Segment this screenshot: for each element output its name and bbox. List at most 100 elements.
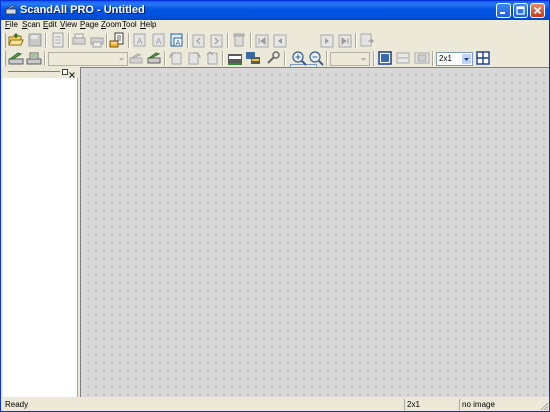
toolbar-separator	[326, 51, 328, 66]
scan-button[interactable]	[109, 32, 125, 48]
single-page-view-button[interactable]	[377, 50, 393, 66]
print-button[interactable]	[89, 32, 105, 48]
zoom-in-button[interactable]	[291, 50, 307, 66]
batch-scan-button[interactable]	[227, 50, 243, 66]
ocr-text-icon: A	[133, 33, 146, 47]
chevron-down-icon	[119, 58, 124, 61]
scan-profile-select[interactable]	[48, 52, 128, 66]
next-document-button[interactable]	[209, 32, 225, 48]
image-viewer[interactable]	[80, 67, 549, 397]
first-page-icon	[255, 34, 269, 48]
close-button[interactable]	[530, 3, 545, 18]
first-page-button[interactable]	[254, 33, 270, 49]
toolbar-separator	[164, 51, 166, 66]
svg-text:A: A	[156, 37, 162, 46]
batch-scan-icon	[228, 54, 242, 65]
print-preview-icon	[72, 33, 86, 45]
menu-file[interactable]: File	[5, 19, 18, 31]
menu-page[interactable]: Page	[80, 19, 99, 31]
grid-icon	[476, 51, 490, 65]
toolbar-separator	[45, 33, 47, 48]
scan-to-document-icon	[109, 32, 124, 48]
properties-button[interactable]	[50, 32, 66, 48]
scan-start-button[interactable]	[26, 50, 42, 66]
rotate-left-button[interactable]	[168, 50, 184, 66]
thumbnail-panel[interactable]	[3, 67, 78, 397]
menu-view[interactable]: View	[60, 19, 77, 31]
save-disk-icon	[28, 33, 42, 47]
rotate-left-icon	[169, 52, 182, 65]
previous-document-icon	[192, 34, 205, 48]
toolbar-separator	[44, 51, 46, 66]
last-page-button[interactable]	[337, 33, 353, 49]
panel-restore-button[interactable]	[62, 69, 68, 75]
page-view-icon	[378, 51, 392, 65]
ocr-active-icon: A	[170, 33, 183, 47]
settings-button[interactable]	[265, 50, 281, 66]
toolbar-grip[interactable]	[3, 51, 6, 66]
close-icon	[69, 72, 75, 78]
fit-page-icon	[414, 52, 430, 64]
toolbar-grip[interactable]	[3, 33, 6, 48]
open-button[interactable]	[8, 32, 24, 48]
grid-layout-button[interactable]	[475, 50, 491, 66]
title-bar[interactable]: ScandAll PRO - Untitled	[1, 1, 549, 20]
minimize-button[interactable]	[496, 3, 511, 18]
panel-close-button[interactable]	[69, 69, 75, 78]
ocr-button[interactable]: A	[132, 32, 148, 48]
fit-width-icon	[396, 52, 410, 64]
menu-zoom[interactable]: Zoom	[101, 19, 121, 31]
document-icon	[52, 32, 64, 48]
next-page-icon	[320, 34, 334, 48]
next-page-button[interactable]	[319, 33, 335, 49]
chevron-down-icon	[361, 58, 366, 61]
toolbar-separator	[355, 33, 357, 48]
scanner-app-icon	[5, 4, 17, 15]
toolbar-separator	[128, 33, 130, 48]
resize-grip-icon[interactable]	[539, 401, 549, 411]
save-button[interactable]	[27, 32, 43, 48]
scan-feed-button[interactable]	[128, 50, 144, 66]
zoom-select[interactable]	[330, 52, 370, 66]
previous-document-button[interactable]	[191, 32, 207, 48]
rotate-180-icon	[206, 51, 218, 65]
toolbar-separator	[227, 33, 229, 48]
previous-page-icon	[273, 34, 287, 48]
ocr-settings-button[interactable]: A	[169, 32, 185, 48]
minimize-icon	[500, 12, 505, 14]
rotate-right-icon	[188, 52, 201, 65]
page-layout-select[interactable]: 2x1	[436, 52, 473, 66]
print-preview-button[interactable]	[71, 32, 87, 48]
menu-edit[interactable]: Edit	[43, 19, 57, 31]
ocr-text-all-icon: A	[152, 33, 165, 47]
toolbar-separator	[284, 51, 286, 66]
status-layout: 2x1	[404, 399, 456, 410]
app-window: ScandAll PRO - Untitled File Scan Edit V…	[0, 0, 550, 412]
toolbar-separator	[432, 51, 434, 66]
last-page-icon	[338, 34, 352, 48]
toolbar-separator	[106, 33, 108, 48]
toolbar-separator	[187, 33, 189, 48]
ocr-all-button[interactable]: A	[151, 32, 167, 48]
scan-settings-button[interactable]	[8, 50, 24, 66]
menu-scan[interactable]: Scan	[22, 19, 40, 31]
toolbar-separator	[373, 51, 375, 66]
export-button[interactable]	[359, 32, 375, 48]
rotate-right-button[interactable]	[186, 50, 202, 66]
svg-text:A: A	[137, 37, 143, 46]
panel-header	[3, 67, 78, 78]
menu-help[interactable]: Help	[140, 19, 156, 31]
trash-icon	[233, 33, 245, 47]
scan-duplex-button[interactable]	[146, 50, 162, 66]
rotate-180-button[interactable]	[204, 50, 220, 66]
maximize-button[interactable]	[513, 3, 528, 18]
duplex-scan-icon	[147, 52, 161, 64]
fit-page-button[interactable]	[414, 50, 430, 66]
zoom-out-button[interactable]	[308, 50, 324, 66]
menu-tool[interactable]: Tool	[122, 19, 137, 31]
fit-width-button[interactable]	[395, 50, 411, 66]
previous-page-button[interactable]	[272, 33, 288, 49]
delete-button[interactable]	[231, 32, 247, 48]
zoom-out-icon	[309, 51, 324, 66]
batch-settings-button[interactable]	[245, 50, 261, 66]
